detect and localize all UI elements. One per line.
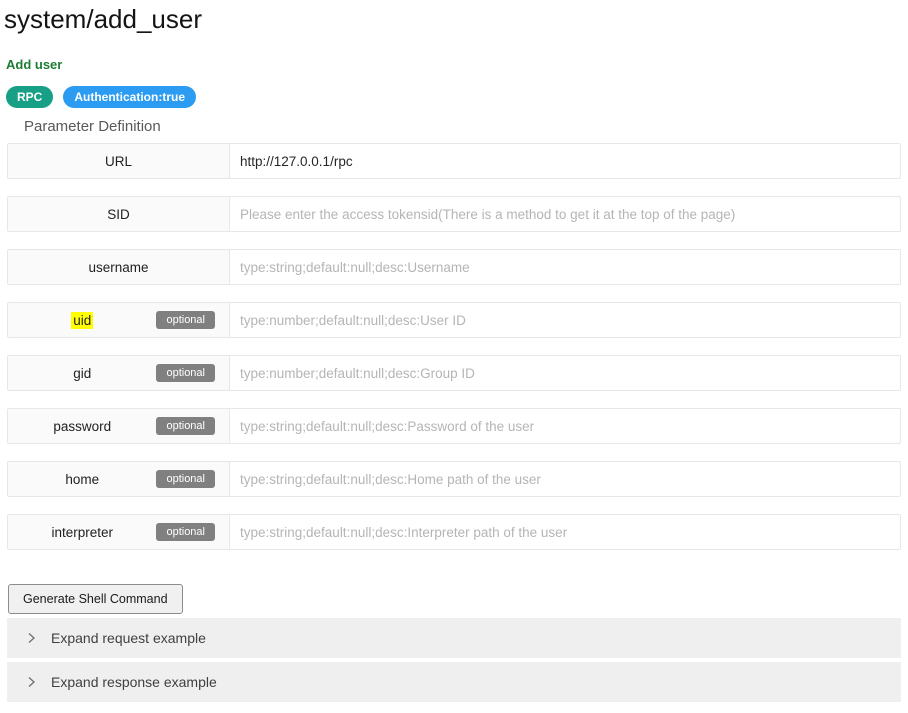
param-input[interactable] <box>230 197 900 231</box>
table-row: interpreter optional <box>7 514 901 550</box>
param-label-cell: password optional <box>8 409 230 443</box>
param-label-cell: SID <box>8 197 230 231</box>
table-row: SID <box>7 196 901 232</box>
param-label-cell: home optional <box>8 462 230 496</box>
expander-label: Expand response example <box>51 674 217 690</box>
badge-row: RPC Authentication:true <box>6 86 908 108</box>
api-description: Add user <box>6 57 908 72</box>
param-label: uid <box>8 313 156 328</box>
param-input[interactable] <box>230 144 900 178</box>
param-label: home <box>8 472 156 487</box>
table-row: home optional <box>7 461 901 497</box>
param-input[interactable] <box>230 409 900 443</box>
optional-badge: optional <box>156 311 215 329</box>
table-row: gid optional <box>7 355 901 391</box>
param-input[interactable] <box>230 303 900 337</box>
param-input[interactable] <box>230 515 900 549</box>
authentication-badge: Authentication:true <box>63 86 196 108</box>
param-label-cell: URL <box>8 144 230 178</box>
param-label: SID <box>8 207 229 222</box>
table-row: uid optional <box>7 302 901 338</box>
param-label: interpreter <box>8 525 156 540</box>
expander-response-example[interactable]: Expand response example <box>7 662 901 702</box>
param-input[interactable] <box>230 462 900 496</box>
table-row: URL <box>7 143 901 179</box>
param-label: username <box>8 260 229 275</box>
optional-badge: optional <box>156 417 215 435</box>
parameter-table: URL SID username uid optional gid option… <box>7 143 901 550</box>
param-label: password <box>8 419 156 434</box>
expander-label: Expand request example <box>51 630 206 646</box>
optional-badge: optional <box>156 364 215 382</box>
param-label-cell: uid optional <box>8 303 230 337</box>
page-title: system/add_user <box>0 0 908 35</box>
expander-request-example[interactable]: Expand request example <box>7 618 901 658</box>
rpc-badge: RPC <box>6 86 53 108</box>
optional-badge: optional <box>156 470 215 488</box>
param-label-cell: gid optional <box>8 356 230 390</box>
chevron-right-icon <box>25 676 37 688</box>
param-input[interactable] <box>230 356 900 390</box>
table-row: username <box>7 249 901 285</box>
param-label: gid <box>8 366 156 381</box>
optional-badge: optional <box>156 523 215 541</box>
param-label-cell: interpreter optional <box>8 515 230 549</box>
generate-shell-command-button[interactable]: Generate Shell Command <box>8 584 183 614</box>
chevron-right-icon <box>25 632 37 644</box>
param-label-cell: username <box>8 250 230 284</box>
table-row: password optional <box>7 408 901 444</box>
section-title-parameter-definition: Parameter Definition <box>24 118 908 135</box>
param-input[interactable] <box>230 250 900 284</box>
param-label: URL <box>8 154 229 169</box>
